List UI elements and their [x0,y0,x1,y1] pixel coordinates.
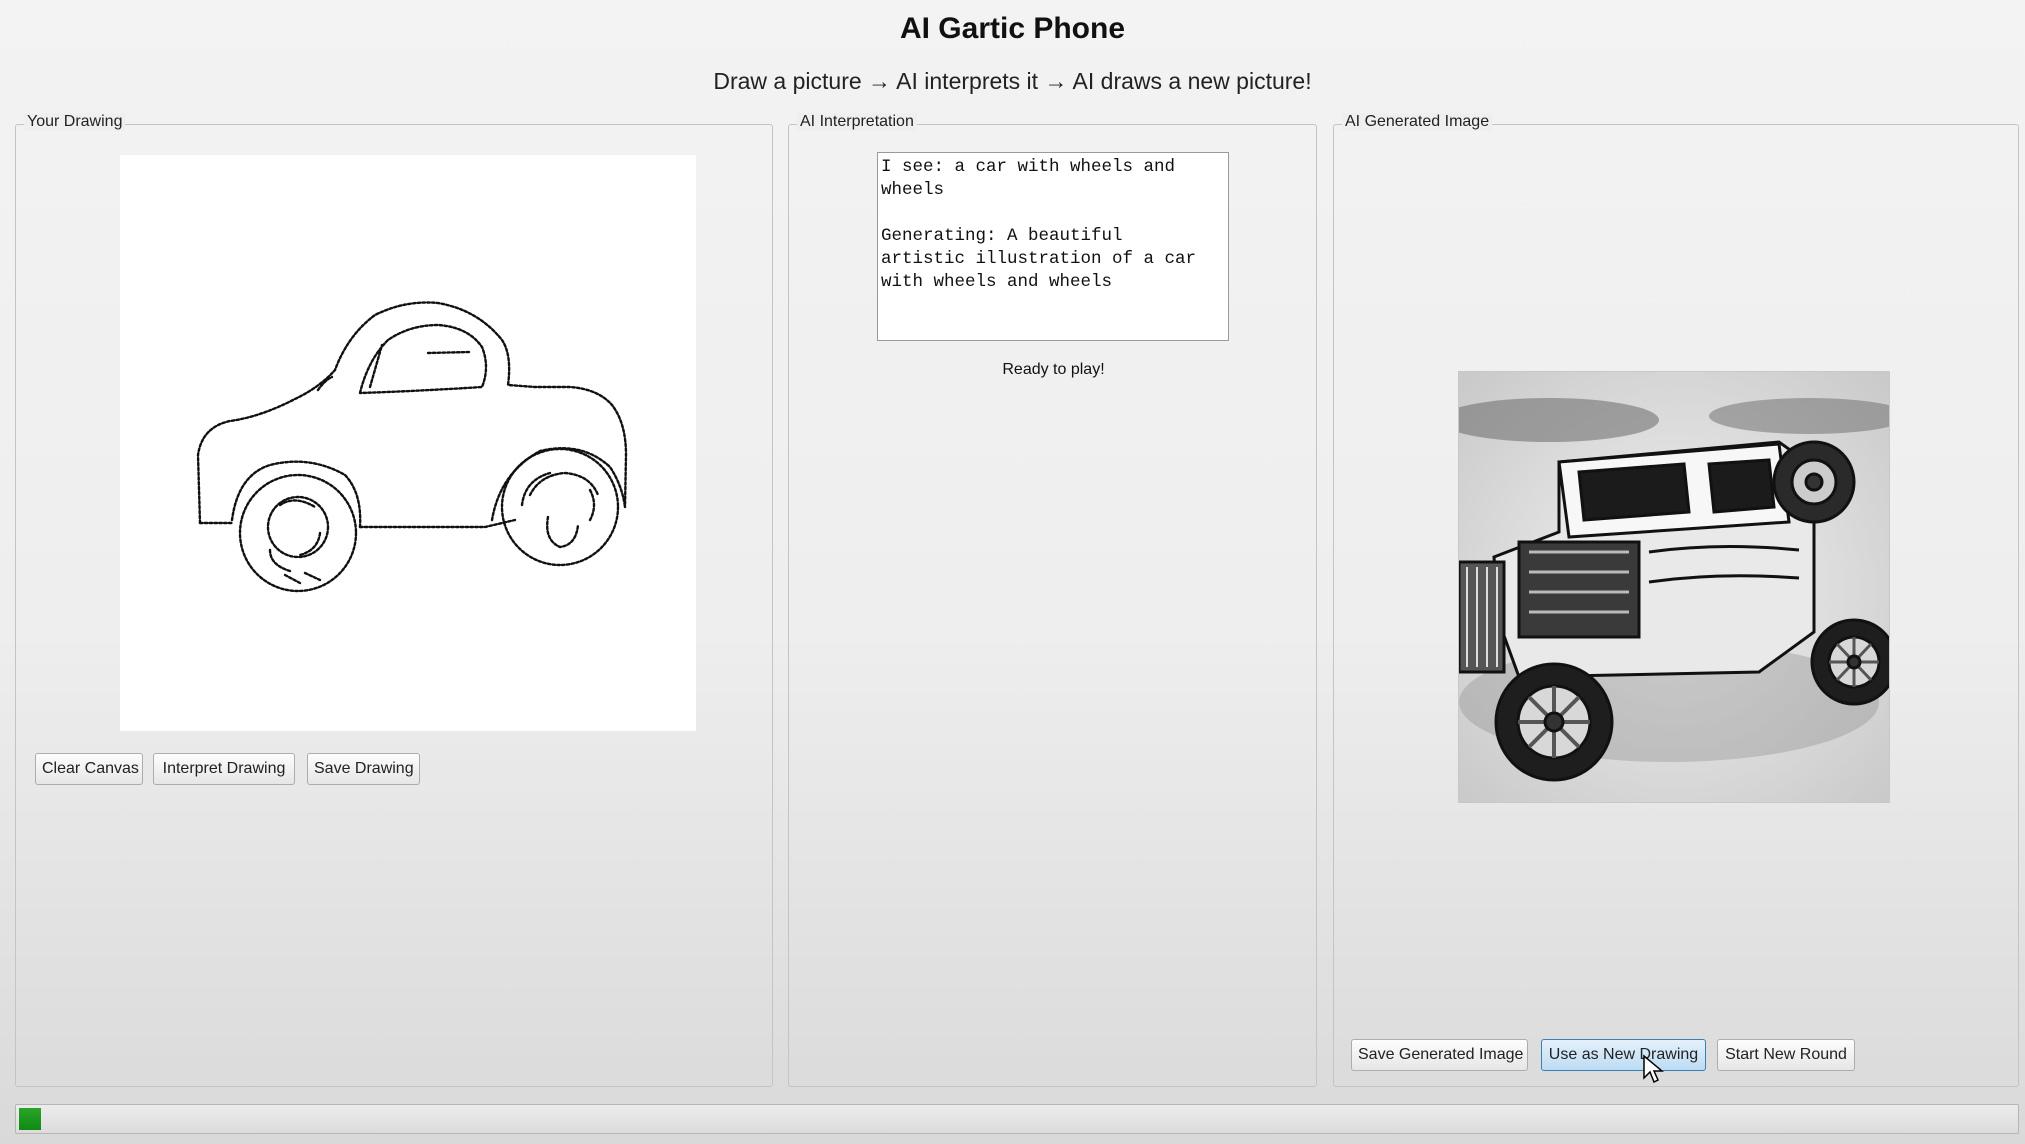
start-new-round-button[interactable]: Start New Round [1717,1039,1855,1071]
progress-fill [19,1108,41,1130]
hot-rod-illustration [1459,372,1889,802]
progress-bar [15,1104,2019,1134]
clear-canvas-button[interactable]: Clear Canvas [35,753,143,785]
interpret-drawing-button[interactable]: Interpret Drawing [153,753,295,785]
interpretation-panel-label: AI Interpretation [797,113,917,131]
save-drawing-button[interactable]: Save Drawing [307,753,420,785]
drawing-panel-label: Your Drawing [24,113,126,131]
sketch-car-drawing [196,301,628,593]
use-as-new-drawing-button[interactable]: Use as New Drawing [1541,1039,1706,1071]
generated-image-panel: AI Generated Image Save Generated Image … [1333,113,2019,1087]
status-text: Ready to play! [1002,361,1105,378]
drawing-panel: Your Drawing Clear Canvas Interpret Draw… [15,113,773,1087]
subtitle: Draw a picture → AI interprets it → AI d… [713,68,1312,94]
generated-image [1458,371,1890,803]
app-title: AI Gartic Phone [899,12,1126,45]
mouse-pointer-icon [1643,1054,1664,1084]
interpretation-panel: AI Interpretation I see: a car with whee… [788,113,1317,1087]
save-generated-image-button[interactable]: Save Generated Image [1351,1039,1528,1071]
interpretation-text-area[interactable]: I see: a car with wheels and wheels Gene… [877,152,1229,341]
generated-panel-label: AI Generated Image [1342,113,1493,131]
drawing-canvas[interactable] [120,155,696,731]
